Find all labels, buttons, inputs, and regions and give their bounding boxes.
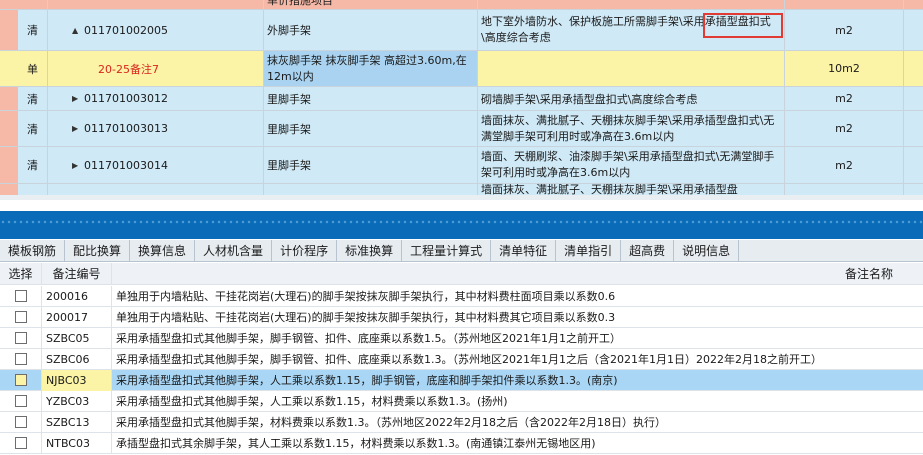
detail-tabs: 模板钢筋 配比换算 换算信息 人材机含量 计价程序 标准换算 工程量计算式 清单… [0, 240, 923, 262]
row-type: 清 [18, 147, 48, 184]
grid-header-row: 单价措施项目 [0, 0, 923, 10]
row-unit: m2 [785, 111, 904, 147]
row-name: 外脚手架 [264, 10, 478, 51]
remark-code: SZBC06 [42, 349, 112, 370]
remark-code: SZBC05 [42, 328, 112, 349]
header-select: 选择 [0, 263, 42, 285]
remark-code: YZBC03 [42, 391, 112, 412]
expand-arrow-icon[interactable]: ▶ [72, 94, 84, 103]
table-row-selected[interactable]: NJBC03 采用承插型盘扣式其他脚手架，人工乘以系数1.15，脚手钢管，底座和… [0, 370, 923, 391]
select-checkbox[interactable] [14, 437, 27, 449]
row-type: 清 [18, 87, 48, 111]
grid-row[interactable]: 清 ▲ 011701002005 外脚手架 地下室外墙防水、保护板施工所需脚手架… [0, 10, 923, 51]
tab-conversion-info[interactable]: 换算信息 [130, 240, 196, 262]
table-row[interactable]: SZBC13 采用承插型盘扣式其他脚手架，材料费乘以系数1.3。（苏州地区202… [0, 412, 923, 433]
highlight-box [703, 13, 783, 38]
remark-name: 采用承插型盘扣式其他脚手架，脚手钢管、扣件、底座乘以系数1.3。（苏州地区202… [116, 353, 822, 366]
table-row[interactable]: 200016 单独用于内墙粘贴、干挂花岗岩(大理石)的脚手架按抹灰脚手架执行，其… [0, 286, 923, 307]
tab-overheight-fee[interactable]: 超高费 [621, 240, 675, 262]
row-unit: 10m2 [785, 51, 904, 87]
header-code: 备注编号 [42, 263, 112, 285]
row-description: 墙面抹灰、满批腻子、天棚抹灰脚手架\采用承插型盘扣式\无满堂脚手架可利用时或净高… [478, 111, 785, 147]
tab-template-rebar[interactable]: 模板钢筋 [0, 240, 66, 262]
grid-row[interactable]: 清 ▶ 011701003012 里脚手架 砌墙脚手架\采用承插型盘扣式\高度综… [0, 87, 923, 111]
row-indicator [0, 147, 18, 184]
table-row[interactable]: SZBC05 采用承插型盘扣式其他脚手架，脚手钢管、扣件、底座乘以系数1.5。（… [0, 328, 923, 349]
row-name: 里脚手架 [264, 87, 478, 111]
table-row[interactable]: YZBC03 采用承插型盘扣式其他脚手架，人工乘以系数1.15，材料费乘以系数1… [0, 391, 923, 412]
expand-arrow-icon[interactable]: ▶ [72, 161, 84, 170]
remark-name: 单独用于内墙粘贴、干挂花岗岩(大理石)的脚手架按抹灰脚手架执行，其中材料费其它项… [116, 311, 616, 324]
row-unit: m2 [785, 10, 904, 51]
table-row[interactable]: SZBC06 采用承插型盘扣式其他脚手架，脚手钢管、扣件、底座乘以系数1.3。（… [0, 349, 923, 370]
remark-name: 承插型盘扣式其余脚手架，其人工乘以系数1.15，材料费乘以系数1.3。(南通镇江… [116, 437, 596, 450]
remarks-table: 选择 备注编号 备注名称 200016 单独用于内墙粘贴、干挂花岗岩(大理石)的… [0, 263, 923, 455]
tab-pricing-procedure[interactable]: 计价程序 [272, 240, 338, 262]
grid-header-title: 单价措施项目 [264, 0, 478, 10]
row-description: 墙面、天棚刷浆、油漆脚手架\采用承插型盘扣式\无满堂脚手架可利用时或净高在3.6… [478, 147, 785, 184]
splitter-grip [0, 219, 923, 225]
row-type: 清 [18, 10, 48, 51]
tab-mix-conversion[interactable]: 配比换算 [65, 240, 131, 262]
row-name: 里脚手架 [264, 147, 478, 184]
header-name: 备注名称 [844, 267, 893, 281]
row-indicator [0, 51, 18, 87]
row-description [478, 51, 785, 87]
tab-standard-conversion[interactable]: 标准换算 [337, 240, 403, 262]
row-code: 011701003012 [84, 92, 168, 105]
remark-name: 采用承插型盘扣式其他脚手架，材料费乘以系数1.3。（苏州地区2022年2月18之… [116, 416, 666, 429]
row-indicator [0, 87, 18, 111]
expand-arrow-icon[interactable]: ▶ [72, 124, 84, 133]
remark-code: 200016 [42, 286, 112, 307]
grid-row[interactable]: 清 ▶ 011701003014 里脚手架 墙面、天棚刷浆、油漆脚手架\采用承插… [0, 147, 923, 184]
remark-name: 采用承插型盘扣式其他脚手架，人工乘以系数1.15，材料费乘以系数1.3。(扬州) [116, 395, 508, 408]
collapse-arrow-icon[interactable]: ▲ [72, 26, 84, 35]
row-type: 清 [18, 111, 48, 147]
remark-name: 采用承插型盘扣式其他脚手架，人工乘以系数1.15，脚手钢管，底座和脚手架扣件乘以… [116, 374, 618, 387]
remark-code: 200017 [42, 307, 112, 328]
remark-code: NTBC03 [42, 433, 112, 454]
row-unit: m2 [785, 147, 904, 184]
tab-bill-features[interactable]: 清单特征 [491, 240, 557, 262]
tab-quantity-formula[interactable]: 工程量计算式 [402, 240, 492, 262]
table-header: 选择 备注编号 备注名称 [0, 263, 923, 285]
select-checkbox[interactable] [14, 416, 27, 428]
select-checkbox[interactable] [14, 353, 27, 365]
row-type: 单 [18, 51, 48, 87]
row-unit: m2 [785, 87, 904, 111]
row-name: 里脚手架 [264, 111, 478, 147]
row-name[interactable]: 抹灰脚手架 抹灰脚手架 高超过3.60m,在12m以内 [264, 51, 478, 87]
select-checkbox[interactable] [14, 332, 27, 344]
tab-description[interactable]: 说明信息 [674, 240, 740, 262]
row-indicator [0, 10, 18, 51]
row-code: 20-25备注7 [48, 51, 264, 87]
remark-code: NJBC03 [42, 370, 112, 391]
row-code: 011701003013 [84, 122, 168, 135]
remark-name: 单独用于内墙粘贴、干挂花岗岩(大理石)的脚手架按抹灰脚手架执行，其中材料费柱面项… [116, 290, 616, 303]
row-indicator [0, 111, 18, 147]
panel-splitter[interactable] [0, 201, 923, 239]
select-checkbox[interactable] [14, 311, 27, 323]
remark-name: 采用承插型盘扣式其他脚手架，脚手钢管、扣件、底座乘以系数1.5。（苏州地区202… [116, 332, 621, 345]
select-checkbox[interactable] [14, 290, 27, 302]
tab-bill-guide[interactable]: 清单指引 [556, 240, 622, 262]
tab-resource-content[interactable]: 人材机含量 [195, 240, 273, 262]
grid-row[interactable]: 清 ▶ 011701003013 里脚手架 墙面抹灰、满批腻子、天棚抹灰脚手架\… [0, 111, 923, 147]
row-description: 砌墙脚手架\采用承插型盘扣式\高度综合考虑 [478, 87, 785, 111]
grid-row-selected[interactable]: 单 20-25备注7 抹灰脚手架 抹灰脚手架 高超过3.60m,在12m以内 1… [0, 51, 923, 87]
remark-code: SZBC13 [42, 412, 112, 433]
select-checkbox[interactable] [14, 374, 27, 386]
table-row[interactable]: 200017 单独用于内墙粘贴、干挂花岗岩(大理石)的脚手架按抹灰脚手架执行，其… [0, 307, 923, 328]
table-row[interactable]: NTBC03 承插型盘扣式其余脚手架，其人工乘以系数1.15，材料费乘以系数1.… [0, 433, 923, 454]
row-code: 011701002005 [84, 23, 168, 37]
quota-grid: 单价措施项目 清 ▲ 011701002005 外脚手架 地下室外墙防水、保护板… [0, 0, 923, 200]
select-checkbox[interactable] [14, 395, 27, 407]
row-code: 011701003014 [84, 158, 168, 172]
horizontal-scrollbar[interactable] [0, 195, 923, 200]
